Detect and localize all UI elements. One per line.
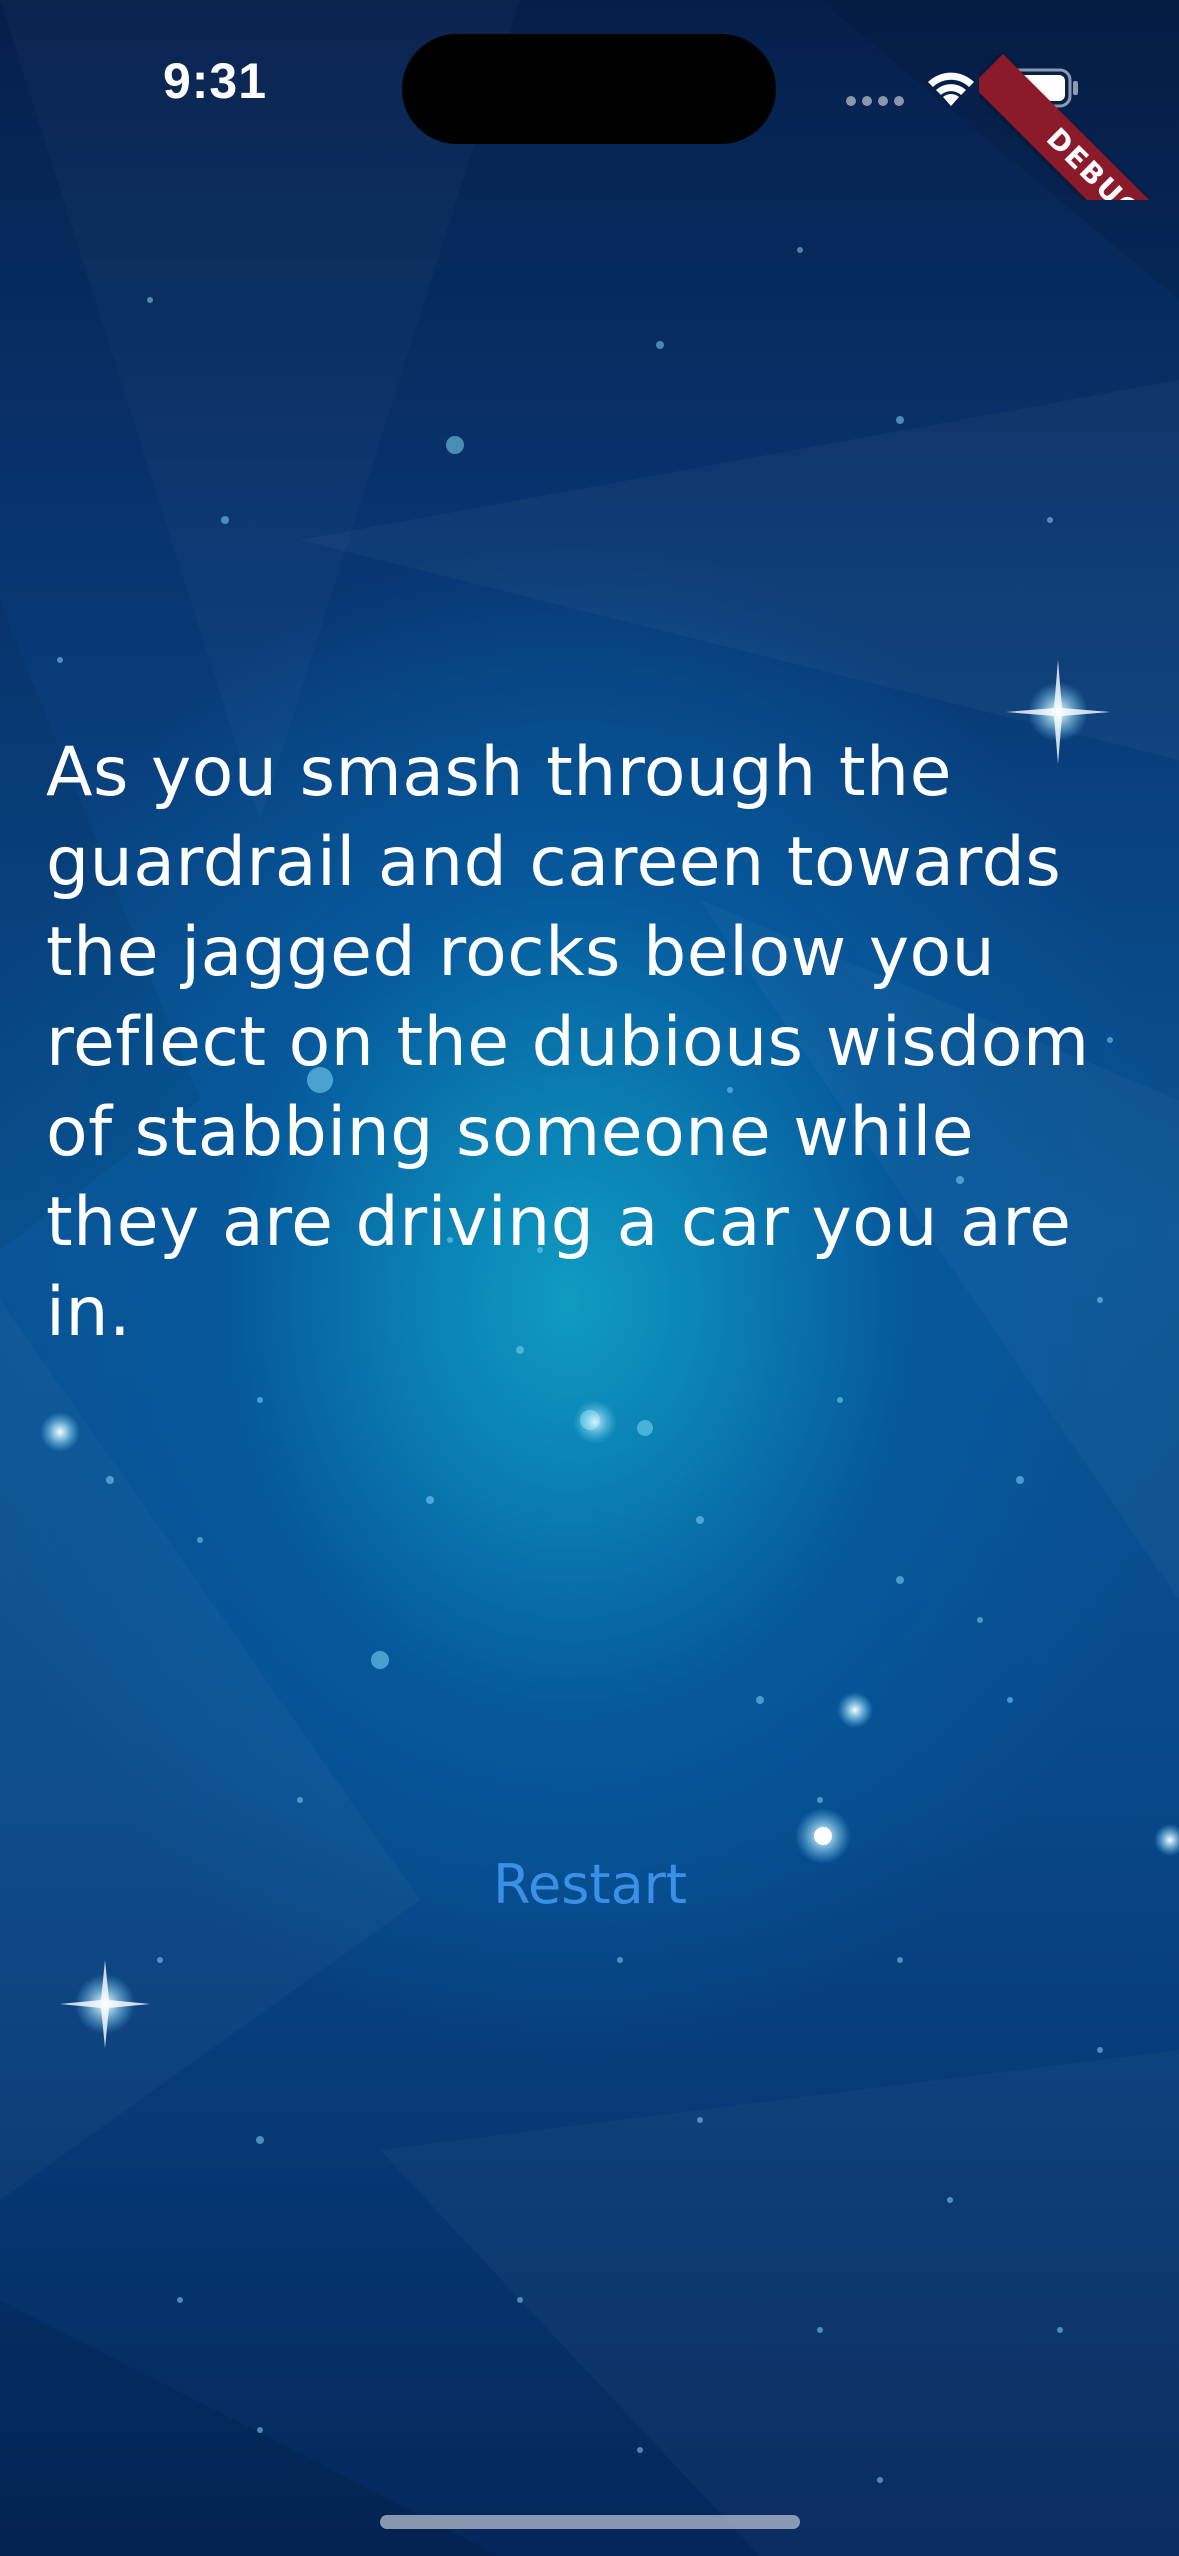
story-text: As you smash through the guardrail and c… bbox=[46, 733, 1090, 1352]
debug-banner-label: DEBUG bbox=[979, 54, 1179, 200]
wifi-icon bbox=[928, 72, 974, 106]
dynamic-island bbox=[402, 34, 776, 144]
restart-button[interactable]: Restart bbox=[440, 1845, 740, 1925]
debug-banner: DEBUG bbox=[979, 0, 1179, 200]
cellular-dots-icon bbox=[846, 96, 904, 106]
home-indicator[interactable] bbox=[380, 2515, 800, 2529]
story-screen: 9:31 DEBUG As you smash through the guar… bbox=[0, 0, 1179, 2556]
status-time: 9:31 bbox=[162, 53, 268, 109]
